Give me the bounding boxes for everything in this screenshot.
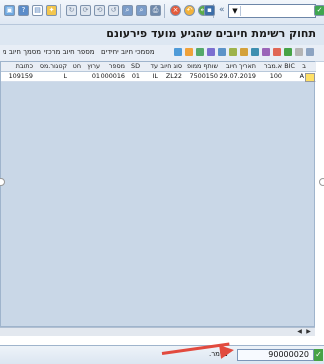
column-header-type[interactable]: סוג חיוב bbox=[159, 62, 182, 71]
cell-bic bbox=[283, 72, 295, 81]
first-page-icon[interactable]: ↺ bbox=[108, 5, 119, 16]
column-header-number[interactable]: מספר bbox=[101, 62, 125, 71]
central-billing-number-button[interactable]: מספר חיוב מרכזי bbox=[44, 46, 95, 59]
exit-icon[interactable]: ↶ bbox=[184, 5, 195, 16]
column-header-category[interactable]: קטגור.מס bbox=[34, 62, 67, 71]
chevron-down-icon[interactable]: ▼ bbox=[230, 6, 241, 16]
new-session-icon[interactable]: ✦ bbox=[46, 5, 57, 16]
column-header-b[interactable]: ב bbox=[296, 62, 306, 71]
cell-until: IL bbox=[152, 72, 158, 80]
cell-type: ZL22 bbox=[165, 72, 182, 80]
page-title: תחוק רשימת חיובים שהגיע מועד פירעונם bbox=[106, 27, 316, 40]
layout-settings-icon[interactable] bbox=[240, 48, 248, 56]
save-icon[interactable]: ▪ bbox=[204, 5, 215, 16]
cell-number: 70000016 bbox=[101, 72, 125, 80]
export-icon[interactable] bbox=[229, 48, 237, 56]
dropdown-icon[interactable] bbox=[295, 48, 303, 56]
individual-billing-docs-button[interactable]: מסמכי חיוב יחידים bbox=[101, 46, 155, 59]
column-header-tax[interactable]: חט bbox=[68, 62, 81, 71]
row-selector-icon[interactable] bbox=[305, 73, 315, 82]
monitor-icon[interactable]: ▣ bbox=[4, 5, 15, 16]
success-icon: ✓ bbox=[314, 349, 323, 361]
data-table: ב BIC א.מבר תאריך חיוב שותף ממופ סוג חיו… bbox=[0, 61, 316, 327]
print-icon[interactable]: ⎙ bbox=[150, 5, 161, 16]
cell-flag: A bbox=[299, 72, 304, 80]
column-header-sd[interactable]: SD bbox=[126, 62, 140, 71]
cell-category: L bbox=[63, 72, 67, 80]
deselect-icon[interactable] bbox=[273, 48, 281, 56]
main-toolbar: ▣ ? ▤ ✦ ↻ ⟳ ⟲ ↺ ⌕ ⌕ ⎙ × ↶ ↩ ▪ « ▼ ✓ bbox=[0, 0, 324, 25]
cell-partner: 7500150 bbox=[189, 72, 218, 80]
previous-page-icon[interactable]: ⟲ bbox=[94, 5, 105, 16]
cell-member: 100 bbox=[269, 72, 282, 80]
print-preview-icon[interactable] bbox=[251, 48, 259, 56]
layout-icon[interactable]: ▤ bbox=[32, 5, 43, 16]
cell-tax bbox=[68, 72, 81, 81]
scroll-right-icon[interactable]: ▶ bbox=[305, 328, 312, 335]
column-header-member[interactable]: א.מבר bbox=[258, 62, 282, 71]
central-billing-doc-button[interactable]: מסמך חיוב מרכזי bbox=[3, 46, 41, 59]
scroll-left-icon[interactable]: ◀ bbox=[296, 328, 303, 335]
enter-icon[interactable]: ✓ bbox=[314, 5, 324, 16]
column-header-partner[interactable]: שותף ממופ bbox=[183, 62, 218, 71]
table-header: ב BIC א.מבר תאריך חיוב שותף ממופ סוג חיו… bbox=[1, 62, 316, 72]
select-all-icon[interactable] bbox=[262, 48, 270, 56]
column-header-bic[interactable]: BIC bbox=[283, 62, 295, 71]
total-icon[interactable] bbox=[207, 48, 215, 56]
details-icon[interactable] bbox=[174, 48, 182, 56]
expand-chevron-icon[interactable]: « bbox=[219, 5, 225, 15]
next-page-icon[interactable]: ⟳ bbox=[80, 5, 91, 16]
cell-address: 109159 bbox=[8, 72, 33, 80]
sap-window: ▣ ? ▤ ✦ ↻ ⟳ ⟲ ↺ ⌕ ⌕ ⎙ × ↶ ↩ ▪ « ▼ ✓ תחוק… bbox=[0, 0, 324, 364]
cell-sd: 01 bbox=[131, 72, 140, 80]
status-value-field[interactable]: 90000020 bbox=[237, 349, 314, 361]
column-header-address[interactable]: כתובת bbox=[1, 62, 33, 71]
column-header-channel[interactable]: ערוץ bbox=[82, 62, 100, 71]
subtotal-icon[interactable] bbox=[218, 48, 226, 56]
cancel-icon[interactable]: × bbox=[170, 5, 181, 16]
find-next-icon[interactable]: ⌕ bbox=[122, 5, 133, 16]
help-icon[interactable]: ? bbox=[18, 5, 29, 16]
application-toolbar: מסמך חיוב מרכזי מספר חיוב מרכזי מסמכי חי… bbox=[0, 45, 324, 62]
cell-channel: 01 bbox=[91, 72, 100, 80]
arrow-head bbox=[219, 343, 235, 359]
table-row[interactable]: A 100 29.07.2019 7500150 ZL22 IL 01 7000… bbox=[1, 72, 316, 82]
last-page-icon[interactable]: ↻ bbox=[66, 5, 77, 16]
command-field[interactable]: ▼ bbox=[228, 4, 316, 18]
triangle-icon[interactable] bbox=[306, 48, 314, 56]
refresh-icon[interactable] bbox=[284, 48, 292, 56]
sort-icon[interactable] bbox=[185, 48, 193, 56]
cell-date: 29.07.2019 bbox=[219, 72, 256, 80]
find-icon[interactable]: ⌕ bbox=[136, 5, 147, 16]
column-header-date[interactable]: תאריך חיוב bbox=[219, 62, 256, 71]
filter-icon[interactable] bbox=[196, 48, 204, 56]
horizontal-scrollbar[interactable]: ◀ ▶ bbox=[0, 327, 315, 336]
column-header-until[interactable]: עד bbox=[141, 62, 159, 71]
title-bar: תחוק רשימת חיובים שהגיע מועד פירעונם bbox=[0, 25, 324, 46]
resize-handle-right[interactable] bbox=[319, 178, 324, 186]
